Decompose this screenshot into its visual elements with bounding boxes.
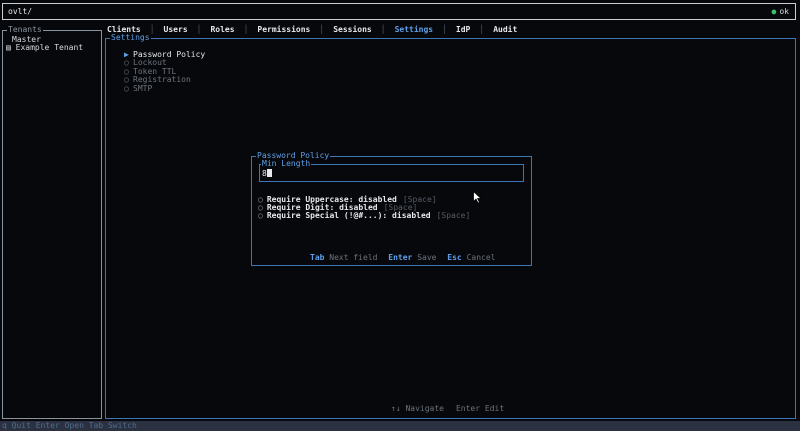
circle-icon: ○ <box>124 75 129 84</box>
radio-circle-icon: ○ <box>258 211 263 220</box>
field-value-container: 8 <box>262 169 272 178</box>
esc-key-desc: Cancel <box>466 253 496 262</box>
option-hint: [Space] <box>436 211 471 220</box>
status-text: ok <box>779 7 789 16</box>
tab-settings[interactable]: Settings <box>386 25 443 34</box>
field-label: Min Length <box>261 159 312 168</box>
navigation-hints: ↑↓ Navigate Enter Edit <box>391 404 516 413</box>
tenants-panel: Tenants Master ▤ Example Tenant <box>2 26 102 419</box>
tab-bar: Clients │ Users │ Roles │ Permissions │ Sess… <box>104 24 526 35</box>
tenant-icon: ▤ <box>6 43 11 52</box>
password-policy-dialog: Password Policy Min Length 8 ○ Require Up… <box>251 152 532 266</box>
menu-item-registration[interactable]: ○ Registration <box>124 75 191 84</box>
tab-permissions[interactable]: Permissions <box>248 25 319 34</box>
tab-sessions[interactable]: Sessions <box>324 25 381 34</box>
enter-key-hint: Enter <box>388 253 413 262</box>
tenant-item-example[interactable]: ▤ Example Tenant <box>6 43 83 52</box>
menu-item-smtp[interactable]: ○ SMTP <box>124 84 152 93</box>
esc-key-hint: Esc <box>447 253 462 262</box>
navigate-hint: ↑↓ Navigate <box>391 404 444 413</box>
tab-key-hint: Tab <box>310 253 325 262</box>
tab-audit[interactable]: Audit <box>484 25 526 34</box>
tab-key-desc: Next field <box>329 253 378 262</box>
menu-item-label: SMTP <box>133 84 153 93</box>
path-input[interactable]: ovlt/ <box>8 7 32 16</box>
status-indicator: ● ok <box>772 7 789 16</box>
top-bar: ovlt/ ● ok <box>2 3 796 20</box>
min-length-field[interactable]: Min Length 8 <box>259 160 524 182</box>
tenants-title: Tenants <box>7 25 43 34</box>
tenant-label: Example Tenant <box>15 43 84 52</box>
mouse-pointer-icon <box>473 191 482 204</box>
bottom-status-bar: q Quit Enter Open Tab Switch <box>0 421 800 431</box>
dialog-footer: Tab Next field Enter Save Esc Cancel <box>310 253 501 262</box>
menu-item-label: Lockout <box>133 58 167 67</box>
menu-item-label: Registration <box>133 75 191 84</box>
text-cursor <box>266 169 272 177</box>
enter-key-desc: Save <box>417 253 437 262</box>
bottom-bar-text: q Quit Enter Open Tab Switch <box>2 421 137 430</box>
edit-hint: Enter Edit <box>455 404 505 413</box>
tab-roles[interactable]: Roles <box>201 25 243 34</box>
circle-icon: ○ <box>124 84 129 93</box>
status-dot-icon: ● <box>771 7 777 16</box>
tab-users[interactable]: Users <box>155 25 197 34</box>
option-label: Require Special (!@#...): disabled <box>266 211 431 220</box>
settings-title: Settings <box>110 33 151 42</box>
tab-idp[interactable]: IdP <box>447 25 479 34</box>
toggle-require-special[interactable]: ○ Require Special (!@#...): disabled [Spac… <box>258 211 470 220</box>
circle-icon: ○ <box>124 58 129 67</box>
menu-item-lockout[interactable]: ○ Lockout <box>124 58 167 67</box>
